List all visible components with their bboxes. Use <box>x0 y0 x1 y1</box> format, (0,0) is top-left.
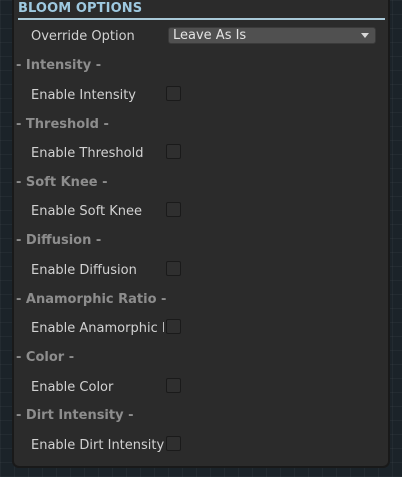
enable-threshold-checkbox[interactable] <box>166 144 181 159</box>
section-title-soft-knee: - Soft Knee - <box>16 175 108 190</box>
caret-down-icon <box>361 33 369 38</box>
override-option-value: Leave As Is <box>173 28 247 43</box>
section-title-diffusion: - Diffusion - <box>16 233 102 248</box>
section-title-dirt-intensity: - Dirt Intensity - <box>16 408 134 423</box>
enable-intensity-checkbox[interactable] <box>166 86 181 101</box>
enable-intensity-row: Enable Intensity <box>14 85 388 107</box>
enable-color-label: Enable Color <box>31 380 114 395</box>
enable-dirt-intensity-label: Enable Dirt Intensity <box>31 438 165 453</box>
enable-color-checkbox[interactable] <box>166 378 181 393</box>
enable-anamorphic-ratio-label: Enable Anamorphic Ratio <box>31 321 164 336</box>
panel-title: BLOOM OPTIONS <box>18 1 143 16</box>
enable-anamorphic-ratio-row: Enable Anamorphic Ratio <box>14 318 388 340</box>
section-title-anamorphic-ratio: - Anamorphic Ratio - <box>16 292 167 307</box>
enable-diffusion-label: Enable Diffusion <box>31 263 137 278</box>
enable-diffusion-checkbox[interactable] <box>166 261 181 276</box>
enable-diffusion-row: Enable Diffusion <box>14 260 388 282</box>
enable-intensity-label: Enable Intensity <box>31 88 136 103</box>
override-option-label: Override Option <box>31 29 135 44</box>
panel-header: BLOOM OPTIONS <box>18 0 385 20</box>
section-title-threshold: - Threshold - <box>16 117 109 132</box>
enable-color-row: Enable Color <box>14 377 388 399</box>
enable-soft-knee-label: Enable Soft Knee <box>31 204 142 219</box>
enable-dirt-intensity-row: Enable Dirt Intensity <box>14 435 388 457</box>
enable-dirt-intensity-checkbox[interactable] <box>166 436 181 451</box>
enable-threshold-row: Enable Threshold <box>14 143 388 165</box>
section-title-intensity: - Intensity - <box>16 58 102 73</box>
bloom-options-panel: BLOOM OPTIONS Override Option Leave As I… <box>12 0 390 468</box>
enable-anamorphic-ratio-checkbox[interactable] <box>166 319 181 334</box>
enable-soft-knee-row: Enable Soft Knee <box>14 201 388 223</box>
enable-soft-knee-checkbox[interactable] <box>166 202 181 217</box>
enable-threshold-label: Enable Threshold <box>31 146 144 161</box>
override-option-row: Override Option Leave As Is <box>14 26 388 48</box>
override-option-dropdown[interactable]: Leave As Is <box>168 27 376 44</box>
section-title-color: - Color - <box>16 350 75 365</box>
